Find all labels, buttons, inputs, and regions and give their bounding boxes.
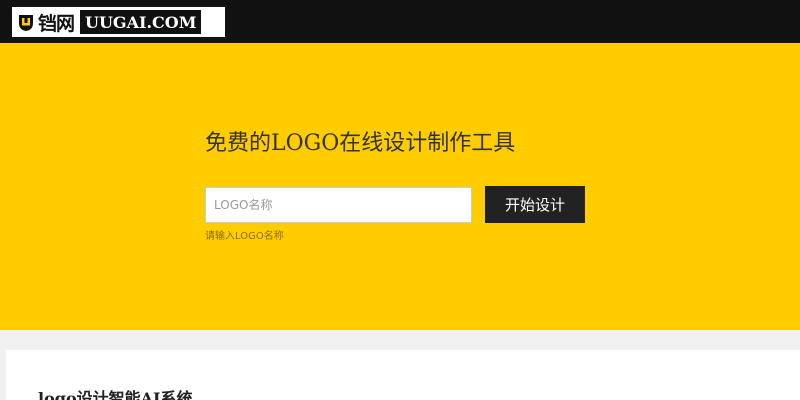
hero-section: 免费的LOGO在线设计制作工具 开始设计 请输入LOGO名称 <box>0 43 800 330</box>
site-logo[interactable]: 铛网 UUGAI.COM <box>12 7 225 37</box>
start-design-button[interactable]: 开始设计 <box>485 186 585 223</box>
logo-text-cn: 铛网 <box>38 12 75 35</box>
hero-title: 免费的LOGO在线设计制作工具 <box>205 131 516 156</box>
section-title: logo设计智能AI系统 <box>38 389 193 400</box>
section-divider <box>0 330 800 350</box>
input-hint: 请输入LOGO名称 <box>205 231 284 242</box>
top-navbar: 铛网 UUGAI.COM <box>0 0 800 43</box>
logo-text-en: UUGAI.COM <box>80 10 202 34</box>
logo-name-input[interactable] <box>205 187 472 223</box>
ai-system-card: logo设计智能AI系统 <box>6 350 800 400</box>
badge-icon <box>16 11 36 33</box>
